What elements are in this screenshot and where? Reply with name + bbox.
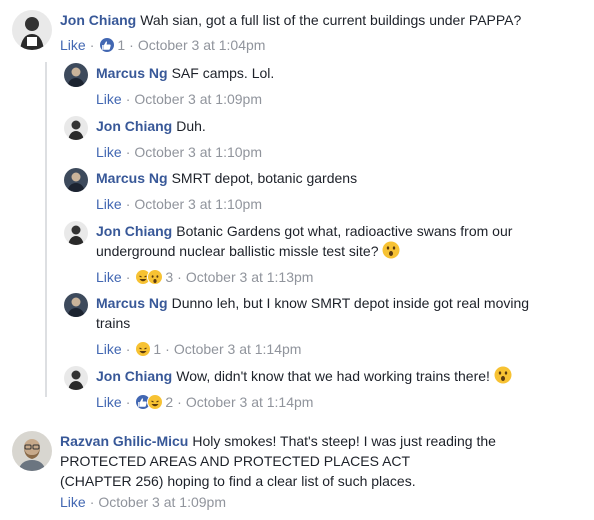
- avatar[interactable]: [64, 63, 88, 87]
- comment-text: SAF camps. Lol.: [171, 65, 275, 81]
- comment-text: SMRT depot, botanic gardens: [171, 170, 358, 186]
- wow-reaction-icon: [147, 269, 164, 285]
- comment-text-line: underground nuclear ballistic missle tes…: [96, 243, 379, 259]
- timestamp[interactable]: October 3 at 1:04pm: [138, 35, 266, 55]
- avatar[interactable]: [64, 116, 88, 140]
- separator: ·: [89, 37, 95, 53]
- like-button[interactable]: Like: [96, 267, 122, 287]
- reply-jon-3: Jon Chiang Botanic Gardens got what, radi…: [64, 221, 512, 287]
- comment-text-line: trains: [96, 315, 131, 331]
- separator: ·: [125, 394, 131, 410]
- comment-text-line: Holy smokes! That's steep! I was just re…: [192, 433, 496, 449]
- reply-thread-line: [45, 62, 47, 397]
- timestamp[interactable]: October 3 at 1:09pm: [98, 492, 226, 512]
- comment-author[interactable]: Jon Chiang: [96, 368, 172, 384]
- reply-jon-2: Jon Chiang Duh. Like · October 3 at 1:10p…: [64, 116, 262, 162]
- separator: ·: [89, 494, 95, 510]
- avatar[interactable]: [12, 10, 52, 50]
- reply-jon-4: Jon Chiang Wow, didn't know that we had w…: [64, 366, 512, 412]
- avatar[interactable]: [64, 221, 88, 245]
- timestamp[interactable]: October 3 at 1:14pm: [186, 392, 314, 412]
- separator: ·: [129, 37, 134, 53]
- avatar[interactable]: [64, 366, 88, 390]
- comment-author[interactable]: Razvan Ghilic-Micu: [60, 433, 188, 449]
- timestamp[interactable]: October 3 at 1:10pm: [134, 194, 262, 214]
- avatar[interactable]: [64, 293, 88, 317]
- reactions[interactable]: 1: [135, 339, 161, 359]
- comment-author[interactable]: Marcus Ng: [96, 170, 168, 186]
- haha-reaction-icon: [135, 341, 152, 357]
- comment-author[interactable]: Jon Chiang: [96, 118, 172, 134]
- surprised-emoji-icon: [382, 241, 400, 259]
- comment-author[interactable]: Jon Chiang: [96, 223, 172, 239]
- separator: ·: [177, 269, 182, 285]
- timestamp[interactable]: October 3 at 1:13pm: [186, 267, 314, 287]
- comment-text-line: (CHAPTER 256) hoping to find a clear lis…: [60, 473, 416, 489]
- avatar[interactable]: [12, 431, 52, 471]
- reply-marcus-1: Marcus Ng SAF camps. Lol. Like · October …: [64, 63, 274, 109]
- comment-author[interactable]: Jon Chiang: [60, 12, 136, 28]
- timestamp[interactable]: October 3 at 1:10pm: [134, 142, 262, 162]
- like-button[interactable]: Like: [96, 339, 122, 359]
- comment-author[interactable]: Marcus Ng: [96, 295, 168, 311]
- like-button[interactable]: Like: [60, 492, 86, 512]
- reply-marcus-2: Marcus Ng SMRT depot, botanic gardens Lik…: [64, 168, 357, 214]
- like-button[interactable]: Like: [96, 89, 122, 109]
- separator: ·: [125, 269, 131, 285]
- like-button[interactable]: Like: [96, 194, 122, 214]
- comment-text-line: Botanic Gardens got what, radioactive sw…: [176, 223, 513, 239]
- comment-text: Wah sian, got a full list of the current…: [140, 12, 522, 28]
- comment-text-line: Dunno leh, but I know SMRT depot inside …: [171, 295, 530, 311]
- comment-text: Wow, didn't know that we had working tra…: [176, 368, 490, 384]
- comment-text: Duh.: [176, 118, 206, 134]
- like-button[interactable]: Like: [96, 392, 122, 412]
- reaction-count: 2: [165, 394, 174, 410]
- like-button[interactable]: Like: [60, 35, 86, 55]
- avatar[interactable]: [64, 168, 88, 192]
- surprised-emoji-icon: [494, 366, 512, 384]
- reactions[interactable]: 3: [135, 267, 173, 287]
- separator: ·: [125, 91, 131, 107]
- timestamp[interactable]: October 3 at 1:14pm: [174, 339, 302, 359]
- reply-marcus-3: Marcus Ng Dunno leh, but I know SMRT depo…: [64, 293, 529, 359]
- reaction-count: 1: [117, 37, 126, 53]
- like-reaction-icon: [99, 37, 116, 53]
- reaction-count: 3: [165, 269, 174, 285]
- separator: ·: [165, 341, 170, 357]
- comment-text-line: PROTECTED AREAS AND PROTECTED PLACES ACT: [60, 453, 411, 469]
- comment-razvan: Razvan Ghilic-Micu Holy smokes! That's st…: [12, 431, 496, 512]
- separator: ·: [125, 196, 131, 212]
- timestamp[interactable]: October 3 at 1:09pm: [134, 89, 262, 109]
- separator: ·: [125, 144, 131, 160]
- reactions[interactable]: 1: [99, 35, 125, 55]
- separator: ·: [125, 341, 131, 357]
- separator: ·: [177, 394, 182, 410]
- like-button[interactable]: Like: [96, 142, 122, 162]
- comment-author[interactable]: Marcus Ng: [96, 65, 168, 81]
- reactions[interactable]: 2: [135, 392, 173, 412]
- reaction-count: 1: [153, 341, 162, 357]
- comment-jon-1: Jon Chiang Wah sian, got a full list of t…: [12, 10, 521, 55]
- haha-reaction-icon: [147, 394, 164, 410]
